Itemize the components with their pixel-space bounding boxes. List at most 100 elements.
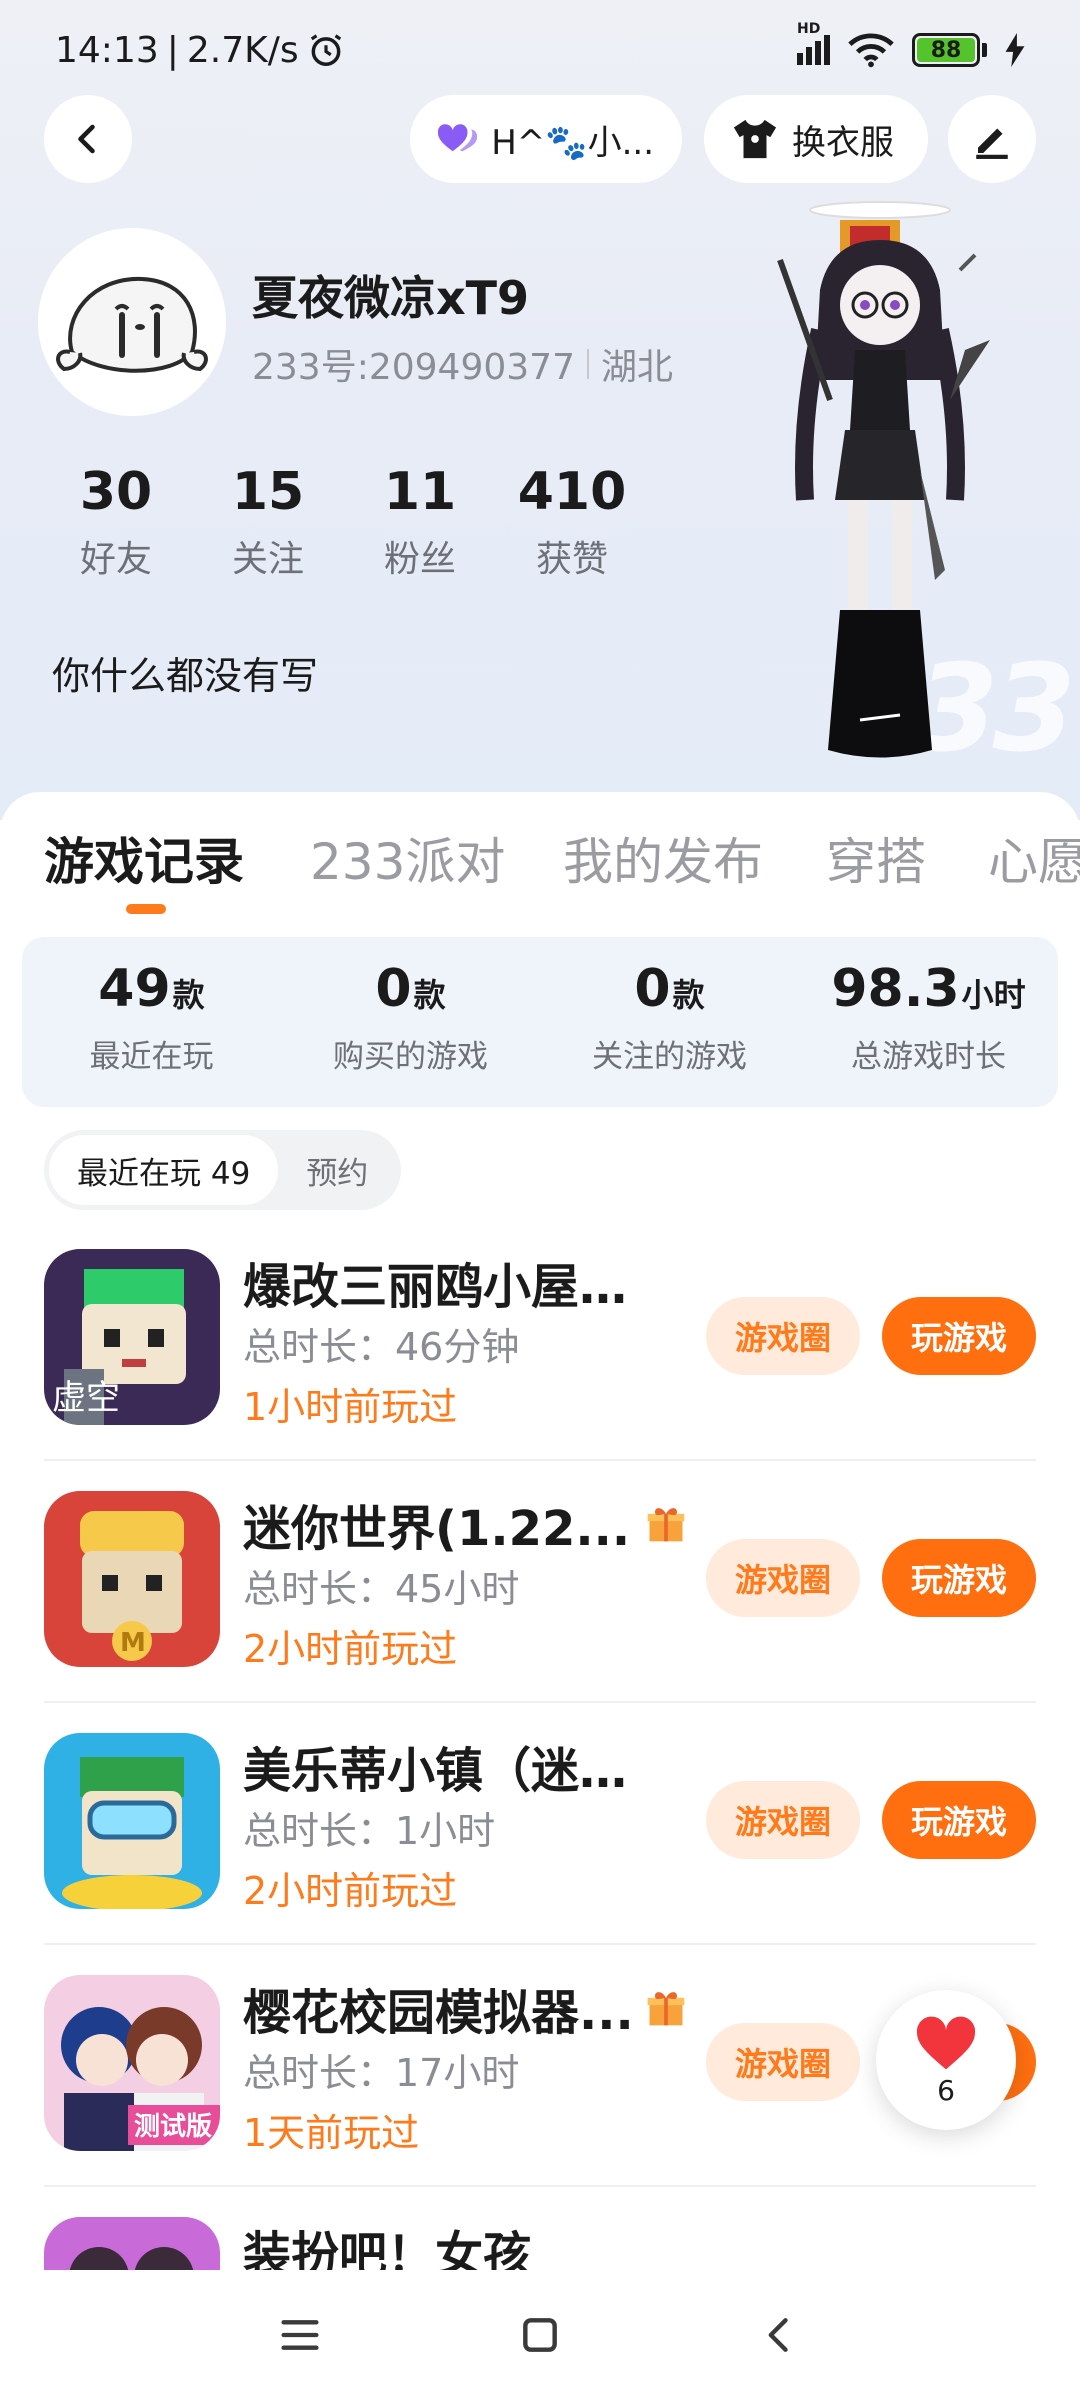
game-circle-button[interactable]: 游戏圈 — [706, 1539, 860, 1617]
tab-wishlist[interactable]: 心愿 — [988, 822, 1080, 894]
stat-following-label: 关注 — [231, 539, 304, 580]
like-float-button[interactable]: 6 — [876, 1990, 1016, 2130]
game-circle-button[interactable]: 游戏圈 — [706, 2023, 860, 2101]
username: 夏夜微凉xT9 — [252, 271, 530, 325]
change-outfit-label: 换衣服 — [792, 122, 894, 163]
charging-icon — [1005, 33, 1025, 67]
status-time: 14:13 — [55, 29, 159, 71]
game-icon-art: 测试版 — [44, 1975, 220, 2151]
menu-icon[interactable] — [278, 2315, 322, 2355]
game-last-played: 1天前玩过 — [243, 2111, 420, 2155]
play-game-button[interactable]: 玩游戏 — [882, 1539, 1036, 1617]
summary-value: 49 — [98, 959, 171, 1019]
back-button[interactable] — [44, 95, 132, 183]
companion-badge-label: H^🐾小... — [491, 122, 654, 163]
summary-total-time[interactable]: 98.3小时 总游戏时长 — [799, 937, 1058, 1107]
game-list-item[interactable]: 装扮吧！女孩 — [0, 2187, 1080, 2272]
game-last-played: 2小时前玩过 — [243, 1869, 458, 1913]
battery-icon: 88 — [912, 33, 987, 67]
back-nav-icon[interactable] — [758, 2313, 802, 2357]
summary-unit: 款 — [672, 976, 705, 1014]
svg-text:M: M — [120, 1628, 146, 1658]
heart-icon — [916, 2016, 976, 2069]
stat-friends[interactable]: 30 好友 — [40, 462, 192, 582]
game-icon: 虚空 — [44, 1249, 220, 1425]
game-circle-button[interactable]: 游戏圈 — [706, 1297, 860, 1375]
summary-recent-played[interactable]: 49款 最近在玩 — [22, 937, 281, 1107]
game-icon: 测试版 — [44, 1975, 220, 2151]
game-list-item[interactable]: 虚空 爆改三丽鸥小屋（... 总时长：46分钟 1小时前玩过 游戏圈 玩游戏 — [0, 1219, 1080, 1461]
game-name: 爆改三丽鸥小屋（... — [243, 1259, 673, 1315]
summary-value: 0 — [634, 959, 671, 1019]
play-game-button[interactable]: 玩游戏 — [882, 1781, 1036, 1859]
user-id[interactable]: 233号:209490377 — [252, 338, 575, 390]
pencil-icon — [976, 128, 1008, 159]
game-icon-art: M — [44, 1491, 220, 1667]
change-outfit-button[interactable]: 换衣服 — [704, 95, 928, 183]
profile-bio[interactable]: 你什么都没有写 — [52, 645, 318, 700]
status-bar: 14:13 | 2.7K/s HD 88 — [0, 0, 1080, 100]
game-icon — [44, 1733, 220, 1909]
stat-fans[interactable]: 11 粉丝 — [344, 462, 496, 582]
stat-likes-label: 获赞 — [535, 539, 608, 580]
tab-outfits[interactable]: 穿搭 — [826, 822, 926, 894]
profile-stats: 30 好友 15 关注 11 粉丝 410 获赞 — [40, 462, 648, 582]
stat-following[interactable]: 15 关注 — [192, 462, 344, 582]
profile-tabs: 游戏记录 233派对 我的发布 穿搭 心愿 — [0, 822, 1080, 912]
double-heart-icon — [438, 124, 478, 152]
summary-purchased[interactable]: 0款 购买的游戏 — [281, 937, 540, 1107]
tab-game-records[interactable]: 游戏记录 — [44, 822, 244, 894]
wifi-icon — [848, 33, 894, 68]
status-divider: | — [166, 29, 179, 71]
user-avatar[interactable] — [38, 228, 226, 416]
game-duration: 总时长：46分钟 — [243, 1325, 520, 1369]
game-list-item[interactable]: M 迷你世界(1.22... 总时长：45小时 2小时前玩过 游戏圈 玩游戏 — [0, 1461, 1080, 1703]
subtab-reserved[interactable]: 预约 — [278, 1135, 396, 1205]
signal-icon: HD — [797, 21, 830, 65]
companion-badge-button[interactable]: H^🐾小... — [410, 95, 682, 183]
edit-profile-button[interactable] — [948, 95, 1036, 183]
home-icon[interactable] — [518, 2313, 562, 2357]
summary-unit: 款 — [413, 976, 446, 1014]
top-navigation: H^🐾小... 换衣服 — [0, 95, 1080, 185]
user-location: 湖北 — [600, 347, 673, 388]
game-name: 美乐蒂小镇（迷你... — [243, 1743, 673, 1799]
game-duration: 总时长：1小时 — [243, 1809, 496, 1853]
summary-label: 购买的游戏 — [333, 1039, 488, 1075]
tab-233-party[interactable]: 233派对 — [310, 822, 505, 894]
game-icon: M — [44, 1491, 220, 1667]
crying-seal-avatar — [56, 276, 208, 373]
summary-unit: 小时 — [961, 976, 1026, 1014]
game-duration: 总时长：17小时 — [243, 2051, 520, 2095]
summary-label: 总游戏时长 — [851, 1039, 1006, 1075]
user-id-row: 233号:209490377 湖北 — [252, 338, 673, 390]
stat-likes-count: 410 — [517, 462, 627, 522]
stat-following-count: 15 — [231, 462, 305, 522]
gift-icon — [647, 1992, 685, 2026]
game-last-played: 2小时前玩过 — [243, 1627, 458, 1671]
play-game-button[interactable]: 玩游戏 — [882, 1297, 1036, 1375]
stat-friends-count: 30 — [79, 462, 153, 522]
like-count: 6 — [937, 2073, 955, 2107]
game-summary: 49款 最近在玩 0款 购买的游戏 0款 关注的游戏 98.3小时 总游戏时长 — [22, 937, 1058, 1107]
game-icon-art: 虚空 — [44, 1249, 220, 1425]
game-circle-button[interactable]: 游戏圈 — [706, 1781, 860, 1859]
chevron-left-icon — [78, 124, 95, 154]
tab-indicator — [126, 904, 166, 914]
gift-icon — [647, 1508, 685, 1542]
game-name: 樱花校园模拟器... — [243, 1985, 634, 2041]
game-list-item[interactable]: 美乐蒂小镇（迷你... 总时长：1小时 2小时前玩过 游戏圈 玩游戏 — [0, 1703, 1080, 1945]
game-icon — [44, 2217, 220, 2272]
summary-value: 0 — [375, 959, 412, 1019]
tab-my-posts[interactable]: 我的发布 — [563, 822, 763, 894]
svg-text:虚空: 虚空 — [52, 1378, 120, 1418]
summary-label: 最近在玩 — [89, 1039, 214, 1075]
game-last-played: 1小时前玩过 — [243, 1385, 458, 1429]
stat-likes[interactable]: 410 获赞 — [496, 462, 648, 582]
avatar-figure[interactable] — [760, 200, 1000, 770]
summary-followed[interactable]: 0款 关注的游戏 — [540, 937, 799, 1107]
subtab-recent[interactable]: 最近在玩 49 — [49, 1135, 279, 1205]
stat-fans-count: 11 — [383, 462, 457, 522]
game-duration: 总时长：45小时 — [243, 1567, 520, 1611]
game-icon-art — [44, 1733, 220, 1909]
